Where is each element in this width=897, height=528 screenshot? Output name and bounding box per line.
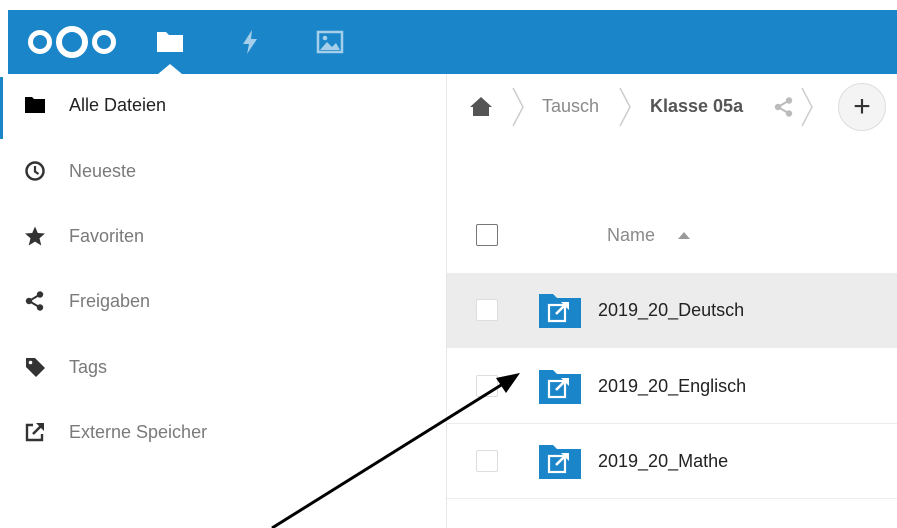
breadcrumb-item-current[interactable]: Klasse 05a (650, 96, 743, 117)
table-row[interactable]: 2019_20_Englisch (447, 349, 897, 424)
sidebar-item-label: Alle Dateien (69, 94, 167, 115)
top-header (8, 10, 897, 74)
table-row[interactable]: 2019_20_Deutsch (447, 273, 897, 348)
tag-icon (24, 356, 46, 378)
sidebar-item-label: Freigaben (69, 290, 151, 311)
external-folder-icon (539, 445, 581, 479)
share-icon[interactable] (773, 96, 795, 118)
sidebar-item-label: Favoriten (69, 225, 145, 246)
file-name[interactable]: 2019_20_Deutsch (598, 300, 744, 321)
select-all-checkbox[interactable] (476, 224, 498, 246)
clock-icon (24, 160, 46, 182)
row-checkbox[interactable] (476, 299, 498, 321)
sort-ascending-icon (678, 232, 690, 239)
sidebar-item-shares[interactable]: Freigaben (8, 273, 447, 329)
row-checkbox[interactable] (476, 375, 498, 397)
external-link-icon (24, 421, 46, 443)
file-name[interactable]: 2019_20_Mathe (598, 451, 728, 472)
breadcrumb-separator-icon (512, 87, 524, 127)
breadcrumb-separator-icon (801, 87, 813, 127)
breadcrumb: Tausch Klasse 05a + (447, 74, 897, 140)
external-folder-icon (539, 370, 581, 404)
table-row[interactable]: 2019_20_Mathe (447, 424, 897, 499)
row-checkbox[interactable] (476, 450, 498, 472)
active-app-indicator (158, 64, 182, 74)
home-icon[interactable] (469, 95, 493, 117)
external-folder-icon (539, 294, 581, 328)
sidebar-item-label: Externe Speicher (69, 421, 208, 442)
folder-icon (24, 94, 46, 116)
nextcloud-logo-icon[interactable] (26, 26, 118, 58)
sidebar-item-label: Tags (69, 356, 108, 377)
sidebar-item-external-storage[interactable]: Externe Speicher (8, 404, 447, 460)
share-icon (24, 290, 46, 312)
folder-icon[interactable] (155, 29, 185, 55)
sidebar-item-recent[interactable]: Neueste (8, 143, 447, 199)
sidebar-item-favorites[interactable]: Favoriten (8, 208, 447, 264)
breadcrumb-separator-icon (619, 87, 631, 127)
add-new-button[interactable]: + (838, 83, 886, 131)
file-list-header: Name (447, 204, 897, 266)
star-icon (24, 225, 46, 247)
sidebar-item-all-files[interactable]: Alle Dateien (0, 77, 447, 139)
lightning-icon[interactable] (235, 29, 265, 55)
image-icon[interactable] (315, 29, 345, 55)
sidebar-item-tags[interactable]: Tags (8, 339, 447, 395)
sidebar-item-label: Neueste (69, 160, 137, 181)
column-header-name[interactable]: Name (607, 225, 655, 246)
sidebar: Alle Dateien Neueste Favoriten Freigaben… (0, 74, 447, 528)
breadcrumb-item-tausch[interactable]: Tausch (542, 96, 599, 117)
file-name[interactable]: 2019_20_Englisch (598, 376, 746, 397)
